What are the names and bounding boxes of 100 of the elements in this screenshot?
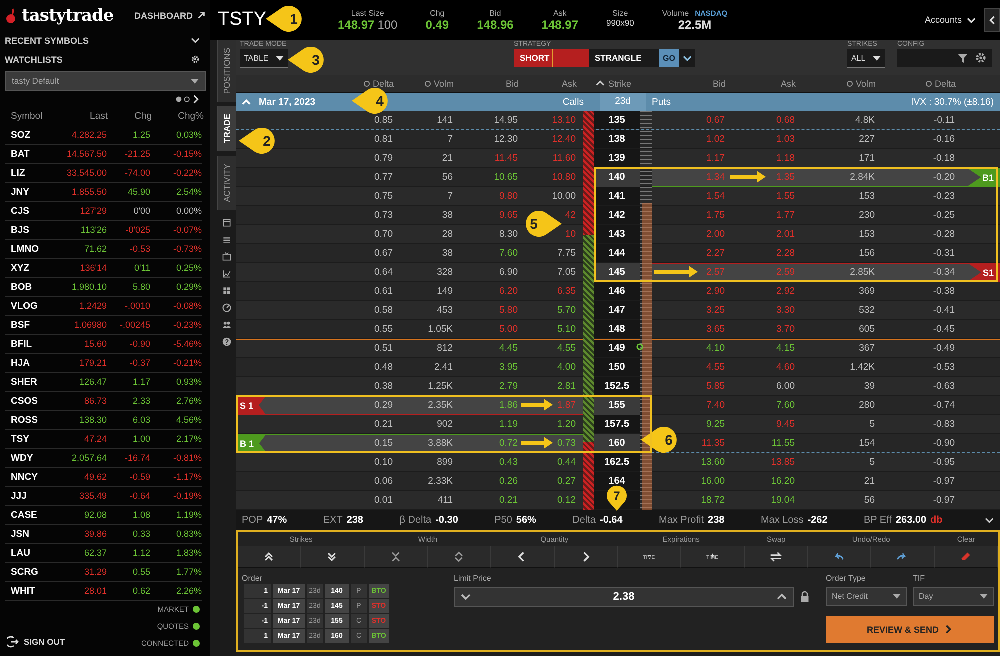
symbol-cell[interactable]: VLOG [5, 300, 56, 312]
symbol-cell[interactable]: LAU [5, 548, 56, 558]
column-header[interactable]: Strike [594, 78, 640, 88]
bid-price[interactable]: 1.86 [500, 400, 518, 411]
bid-price[interactable]: 1.02 [706, 134, 725, 144]
bid-price[interactable]: 6.20 [500, 286, 518, 296]
bid-price[interactable]: 7.60 [500, 248, 518, 258]
watchlist-select[interactable]: tasty Default [5, 71, 206, 91]
symbol-cell[interactable]: BAT [5, 148, 56, 160]
column-header[interactable]: Delta [350, 78, 400, 88]
bid-price[interactable]: 3.95 [500, 362, 518, 372]
bid-price[interactable]: 4.10 [706, 343, 725, 354]
ask-price[interactable]: 6.00 [776, 380, 795, 392]
column-header[interactable]: Delta [882, 78, 962, 88]
column-header[interactable]: Chg% [152, 111, 204, 122]
symbol-cell[interactable]: JJJ [5, 490, 56, 502]
bid-price[interactable]: 12.30 [494, 134, 518, 144]
grid-icon[interactable] [222, 286, 232, 296]
strikes-select[interactable]: ALL [847, 49, 886, 68]
go-button[interactable]: GO [659, 49, 680, 67]
list-icon[interactable] [222, 234, 232, 245]
ask-price[interactable]: 0.44 [558, 456, 576, 468]
symbol-cell[interactable]: XYZ [5, 262, 56, 274]
ask-price[interactable]: 4.15 [776, 343, 795, 354]
ask-price[interactable]: 19.04 [771, 494, 795, 506]
trade-mode-select[interactable]: TABLE [240, 49, 288, 68]
logo[interactable]: tastytrade [5, 6, 114, 26]
ask-price[interactable]: 42 [565, 210, 576, 220]
filter-icon[interactable] [957, 52, 970, 64]
tool-button[interactable] [301, 546, 365, 568]
strategy-name[interactable]: STRANGLE [589, 49, 659, 67]
column-header[interactable]: Volm [802, 78, 882, 88]
collapse-icon[interactable] [242, 98, 251, 106]
symbol-cell[interactable]: JNY [5, 186, 56, 198]
ask-price[interactable]: 5.10 [558, 324, 576, 334]
dashboard-link[interactable]: DASHBOARD [134, 10, 193, 20]
symbol-cell[interactable]: WHIT [5, 586, 56, 596]
ask-price[interactable]: 3.70 [776, 324, 795, 334]
symbol-cell[interactable]: SCRG [5, 566, 56, 578]
ask-price[interactable]: 7.60 [776, 400, 795, 411]
column-header[interactable]: Ask [525, 78, 583, 88]
bid-price[interactable]: 0.21 [500, 494, 518, 506]
column-header[interactable]: Ask [732, 78, 802, 88]
bid-price[interactable]: 4.55 [706, 362, 725, 372]
column-header[interactable]: Chg [108, 111, 152, 122]
symbol-cell[interactable]: NNCY [5, 472, 56, 482]
ask-price[interactable]: 16.20 [771, 476, 795, 486]
ask-price[interactable]: 0.12 [558, 494, 576, 506]
limit-price-field[interactable]: 2.38 [454, 587, 794, 607]
bid-price[interactable]: 1.19 [500, 418, 518, 430]
ask-price[interactable]: 4.00 [558, 362, 576, 372]
bid-price[interactable]: 11.35 [702, 438, 725, 449]
bid-price[interactable]: 9.25 [706, 418, 725, 430]
tv-icon[interactable] [222, 252, 232, 262]
chart-icon[interactable] [222, 268, 232, 279]
accounts-menu[interactable]: Accounts [924, 15, 976, 25]
ask-price[interactable]: 11.55 [772, 438, 795, 449]
symbol-cell[interactable]: ROSS [5, 414, 56, 426]
symbol-cell[interactable]: CJS [5, 206, 56, 216]
column-header[interactable]: Last [56, 111, 108, 122]
column-header[interactable]: Volm [400, 78, 460, 88]
ask-price[interactable]: 1.20 [558, 418, 576, 430]
symbol-cell[interactable]: BJS [5, 224, 56, 236]
review-send-button[interactable]: REVIEW & SEND [826, 616, 994, 643]
bid-price[interactable]: 16.00 [701, 476, 725, 486]
symbol-cell[interactable]: CSOS [5, 396, 56, 406]
sign-out-button[interactable]: SIGN OUT [7, 636, 66, 648]
people-icon[interactable] [222, 320, 232, 330]
bid-price[interactable]: 2.79 [500, 380, 518, 392]
bid-price[interactable]: 7.40 [706, 400, 725, 411]
bid-price[interactable]: 3.65 [706, 324, 725, 334]
settings-icon[interactable] [191, 55, 200, 64]
bid-price[interactable]: 0.26 [500, 476, 518, 486]
ask-price[interactable]: 7.05 [558, 267, 576, 278]
bid-price[interactable]: 10.65 [494, 172, 518, 183]
side-tab[interactable]: TRADE [217, 106, 236, 152]
lock-icon[interactable] [800, 591, 810, 603]
bid-price[interactable]: 18.72 [701, 494, 725, 506]
bid-price[interactable]: 14.95 [494, 114, 518, 126]
bid-price[interactable]: 2.90 [706, 286, 725, 296]
bid-price[interactable]: 4.45 [500, 343, 518, 354]
settings-icon[interactable] [975, 52, 988, 64]
symbol-cell[interactable]: LMNO [5, 244, 56, 254]
chevron-down-icon[interactable] [191, 36, 200, 45]
expiration-date[interactable]: Mar 17, 2023 [259, 96, 316, 108]
ask-price[interactable]: 10.80 [552, 172, 576, 183]
ask-price[interactable]: 10.00 [552, 190, 576, 202]
ask-price[interactable]: 4.60 [776, 362, 795, 372]
order-type-select[interactable]: Net Credit [826, 587, 907, 606]
tif-select[interactable]: Day [913, 587, 994, 606]
tool-button[interactable] [238, 546, 302, 568]
ask-price[interactable]: 4.55 [558, 343, 576, 354]
config-field[interactable] [897, 49, 992, 67]
side-tab[interactable]: ACTIVITY [217, 156, 236, 210]
side-tab[interactable]: POSITIONS [217, 40, 236, 102]
symbol-cell[interactable]: HJA [5, 358, 56, 368]
bid-price[interactable]: 0.43 [500, 456, 518, 468]
symbol-cell[interactable]: BSF [5, 320, 56, 330]
ask-price[interactable]: 2.28 [776, 248, 795, 258]
bid-price[interactable]: 2.27 [706, 248, 725, 258]
